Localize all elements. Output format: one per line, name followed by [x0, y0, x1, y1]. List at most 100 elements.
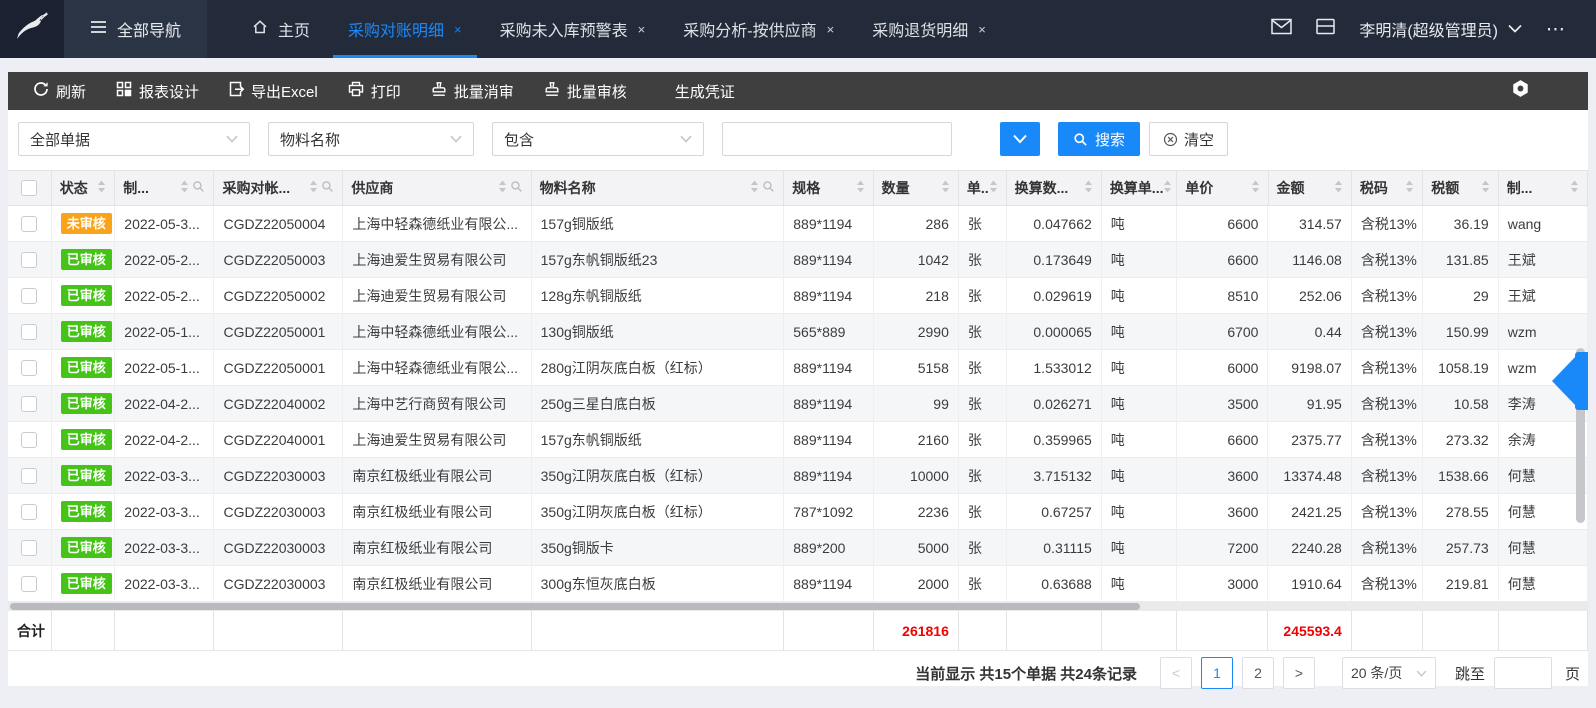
- sort-icon[interactable]: [1481, 180, 1490, 196]
- field-select[interactable]: 物料名称: [268, 122, 474, 156]
- page-button-2[interactable]: 2: [1242, 657, 1274, 689]
- horizontal-scrollbar-thumb[interactable]: [10, 603, 1140, 610]
- column-header-tax_amount[interactable]: 税额: [1423, 171, 1498, 205]
- side-panel-toggle[interactable]: [1550, 352, 1588, 410]
- row-checkbox[interactable]: [21, 432, 37, 448]
- page-size-select[interactable]: 20 条/页: [1342, 657, 1436, 689]
- toolbar-button-6[interactable]: 生成凭证: [660, 81, 750, 102]
- tab-3[interactable]: 采购分析-按供应商×: [664, 0, 853, 58]
- toolbar-button-0[interactable]: 刷新: [18, 81, 101, 102]
- doc-type-select[interactable]: 全部单据: [18, 122, 250, 156]
- horizontal-scrollbar[interactable]: [8, 602, 1588, 611]
- select-all-checkbox[interactable]: [21, 180, 37, 196]
- column-header-spec[interactable]: 规格: [784, 171, 873, 205]
- tab-home[interactable]: 主页: [233, 0, 329, 58]
- mail-icon[interactable]: [1271, 18, 1292, 40]
- sort-icon[interactable]: [1570, 180, 1579, 196]
- table-row[interactable]: 已审核2022-03-3...CGDZ22030003南京红极纸业有限公司350…: [8, 530, 1588, 566]
- row-checkbox[interactable]: [21, 252, 37, 268]
- column-header-supplier[interactable]: 供应商: [343, 171, 531, 205]
- row-checkbox[interactable]: [21, 216, 37, 232]
- toolbar-button-2[interactable]: 导出Excel: [214, 81, 333, 102]
- table-row[interactable]: 已审核2022-05-2...CGDZ22050003上海迪爱生贸易有限公司15…: [8, 242, 1588, 278]
- sort-icon[interactable]: [941, 180, 950, 196]
- sort-icon[interactable]: [1405, 180, 1414, 196]
- sort-icon[interactable]: [1251, 180, 1260, 196]
- cell-cb: [8, 350, 52, 385]
- column-header-material[interactable]: 物料名称: [532, 171, 785, 205]
- cell-doc_no: CGDZ22050002: [214, 278, 343, 313]
- column-search-icon[interactable]: [192, 180, 205, 196]
- column-header-doc_no[interactable]: 采购对帐...: [214, 171, 343, 205]
- search-button[interactable]: 搜索: [1058, 122, 1140, 156]
- table-row[interactable]: 已审核2022-03-3...CGDZ22030003南京红极纸业有限公司350…: [8, 494, 1588, 530]
- row-checkbox[interactable]: [21, 468, 37, 484]
- sort-icon[interactable]: [180, 180, 189, 196]
- row-checkbox[interactable]: [21, 396, 37, 412]
- column-header-price[interactable]: 单价: [1177, 171, 1268, 205]
- tab-4[interactable]: 采购退货明细×: [853, 0, 1005, 58]
- sort-icon[interactable]: [309, 180, 318, 196]
- user-menu[interactable]: 李明清(超级管理员): [1359, 17, 1522, 41]
- page-button-1[interactable]: 1: [1201, 657, 1233, 689]
- close-icon[interactable]: ×: [454, 22, 462, 37]
- column-header-tax_code[interactable]: 税码: [1352, 171, 1423, 205]
- prev-page-button[interactable]: <: [1160, 657, 1192, 689]
- column-header-amount[interactable]: 金额: [1269, 171, 1352, 205]
- tab-1[interactable]: 采购对账明细×: [329, 0, 481, 58]
- table-row[interactable]: 未审核2022-05-3...CGDZ22050004上海中轻森德纸业有限公..…: [8, 206, 1588, 242]
- workspace-icon[interactable]: [1316, 18, 1335, 40]
- column-header-maker[interactable]: 制...: [1499, 171, 1588, 205]
- column-header-qty[interactable]: 数量: [874, 171, 959, 205]
- row-checkbox[interactable]: [21, 576, 37, 592]
- operator-select[interactable]: 包含: [492, 122, 704, 156]
- column-search-icon[interactable]: [321, 180, 334, 196]
- table-row[interactable]: 已审核2022-05-1...CGDZ22050001上海中轻森德纸业有限公..…: [8, 314, 1588, 350]
- tab-2[interactable]: 采购未入库预警表×: [481, 0, 665, 58]
- column-header-status[interactable]: 状态: [52, 171, 116, 205]
- row-checkbox[interactable]: [21, 540, 37, 556]
- sort-icon[interactable]: [989, 180, 998, 196]
- settings-button[interactable]: [1511, 79, 1530, 103]
- toolbar-button-1[interactable]: 报表设计: [101, 81, 214, 102]
- clear-button[interactable]: 清空: [1149, 122, 1228, 156]
- app-logo[interactable]: [0, 0, 64, 58]
- table-row[interactable]: 已审核2022-03-3...CGDZ22030003南京红极纸业有限公司300…: [8, 566, 1588, 602]
- table-row[interactable]: 已审核2022-05-1...CGDZ22050001上海中轻森德纸业有限公..…: [8, 350, 1588, 386]
- sort-icon[interactable]: [856, 180, 865, 196]
- sort-icon[interactable]: [1084, 180, 1093, 196]
- jump-page-input[interactable]: [1494, 657, 1552, 689]
- toolbar-button-4[interactable]: 批量消审: [416, 81, 529, 102]
- row-checkbox[interactable]: [21, 360, 37, 376]
- column-header-date[interactable]: 制...: [115, 171, 214, 205]
- column-search-icon[interactable]: [510, 180, 523, 196]
- more-menu-button[interactable]: ⋯: [1546, 18, 1566, 41]
- nav-all-button[interactable]: 全部导航: [64, 0, 207, 58]
- table-row[interactable]: 已审核2022-04-2...CGDZ22040002上海中艺行商贸有限公司25…: [8, 386, 1588, 422]
- next-page-button[interactable]: >: [1283, 657, 1315, 689]
- row-checkbox[interactable]: [21, 324, 37, 340]
- sort-icon[interactable]: [97, 180, 106, 196]
- column-header-unit[interactable]: 单..: [959, 171, 1007, 205]
- column-search-icon[interactable]: [762, 180, 775, 196]
- cell-maker: 何慧: [1499, 458, 1588, 493]
- table-row[interactable]: 已审核2022-04-2...CGDZ22040001上海迪爱生贸易有限公司15…: [8, 422, 1588, 458]
- table-row[interactable]: 已审核2022-03-3...CGDZ22030003南京红极纸业有限公司350…: [8, 458, 1588, 494]
- sort-icon[interactable]: [1163, 180, 1172, 196]
- sort-icon[interactable]: [1334, 180, 1343, 196]
- sort-icon[interactable]: [498, 180, 507, 196]
- close-icon[interactable]: ×: [827, 22, 835, 37]
- cell-date: 2022-05-2...: [115, 242, 214, 277]
- row-checkbox[interactable]: [21, 288, 37, 304]
- sort-icon[interactable]: [750, 180, 759, 196]
- toolbar-button-5[interactable]: 批量审核: [529, 81, 642, 102]
- filter-keyword-input[interactable]: [722, 122, 952, 156]
- table-row[interactable]: 已审核2022-05-2...CGDZ22050002上海迪爱生贸易有限公司12…: [8, 278, 1588, 314]
- column-header-conv_unit[interactable]: 换算单...: [1102, 171, 1177, 205]
- toolbar-button-3[interactable]: 打印: [333, 81, 416, 102]
- row-checkbox[interactable]: [21, 504, 37, 520]
- column-header-conv_qty[interactable]: 换算数...: [1007, 171, 1102, 205]
- close-icon[interactable]: ×: [978, 22, 986, 37]
- close-icon[interactable]: ×: [638, 22, 646, 37]
- expand-filter-button[interactable]: [1000, 122, 1040, 156]
